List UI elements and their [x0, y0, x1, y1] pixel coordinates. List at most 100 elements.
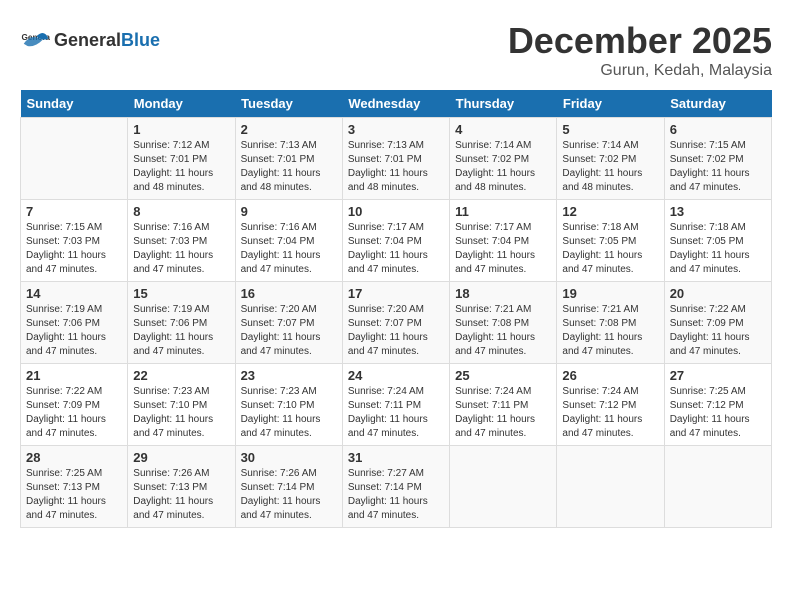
cell-info: Sunrise: 7:21 AM Sunset: 7:08 PM Dayligh…	[562, 303, 658, 359]
day-number: 18	[455, 286, 551, 301]
day-number: 8	[133, 204, 229, 219]
day-number: 9	[241, 204, 337, 219]
calendar-cell: 22Sunrise: 7:23 AM Sunset: 7:10 PM Dayli…	[128, 364, 235, 446]
calendar-cell: 6 Sunrise: 7:15 AM Sunset: 7:02 PM Daylig…	[664, 118, 771, 200]
day-number: 3	[348, 122, 444, 137]
calendar-cell: 23Sunrise: 7:23 AM Sunset: 7:10 PM Dayli…	[235, 364, 342, 446]
day-number: 28	[26, 450, 122, 465]
day-number: 10	[348, 204, 444, 219]
cell-info: Sunrise: 7:18 AM Sunset: 7:05 PM Dayligh…	[562, 221, 658, 277]
day-number: 26	[562, 368, 658, 383]
day-number: 27	[670, 368, 766, 383]
cell-info: Sunrise: 7:13 AM Sunset: 7:01 PM Dayligh…	[241, 139, 337, 195]
calendar-cell: 9 Sunrise: 7:16 AM Sunset: 7:04 PM Daylig…	[235, 200, 342, 282]
day-number: 21	[26, 368, 122, 383]
day-number: 12	[562, 204, 658, 219]
day-number: 15	[133, 286, 229, 301]
calendar-cell	[21, 118, 128, 200]
calendar-cell: 7 Sunrise: 7:15 AM Sunset: 7:03 PM Daylig…	[21, 200, 128, 282]
cell-info: Sunrise: 7:19 AM Sunset: 7:06 PM Dayligh…	[26, 303, 122, 359]
calendar-cell: 14 Sunrise: 7:19 AM Sunset: 7:06 PM Dayli…	[21, 282, 128, 364]
calendar-cell: 27Sunrise: 7:25 AM Sunset: 7:12 PM Dayli…	[664, 364, 771, 446]
cell-info: Sunrise: 7:22 AM Sunset: 7:09 PM Dayligh…	[26, 385, 122, 441]
cell-info: Sunrise: 7:24 AM Sunset: 7:11 PM Dayligh…	[348, 385, 444, 441]
calendar-cell: 19 Sunrise: 7:21 AM Sunset: 7:08 PM Dayli…	[557, 282, 664, 364]
cell-info: Sunrise: 7:25 AM Sunset: 7:13 PM Dayligh…	[26, 467, 122, 523]
day-number: 16	[241, 286, 337, 301]
day-header-friday: Friday	[557, 90, 664, 118]
cell-info: Sunrise: 7:24 AM Sunset: 7:11 PM Dayligh…	[455, 385, 551, 441]
logo-text: General	[54, 30, 121, 50]
calendar-cell: 8 Sunrise: 7:16 AM Sunset: 7:03 PM Daylig…	[128, 200, 235, 282]
cell-info: Sunrise: 7:18 AM Sunset: 7:05 PM Dayligh…	[670, 221, 766, 277]
calendar-cell: 21 Sunrise: 7:22 AM Sunset: 7:09 PM Dayli…	[21, 364, 128, 446]
calendar-cell: 10 Sunrise: 7:17 AM Sunset: 7:04 PM Dayli…	[342, 200, 449, 282]
cell-info: Sunrise: 7:13 AM Sunset: 7:01 PM Dayligh…	[348, 139, 444, 195]
day-number: 23	[241, 368, 337, 383]
day-number: 2	[241, 122, 337, 137]
calendar-table: SundayMondayTuesdayWednesdayThursdayFrid…	[20, 90, 772, 528]
cell-info: Sunrise: 7:15 AM Sunset: 7:02 PM Dayligh…	[670, 139, 766, 195]
calendar-cell: 13Sunrise: 7:18 AM Sunset: 7:05 PM Dayli…	[664, 200, 771, 282]
calendar-cell	[557, 446, 664, 528]
week-row-5: 28 Sunrise: 7:25 AM Sunset: 7:13 PM Dayli…	[21, 446, 772, 528]
calendar-cell: 26 Sunrise: 7:24 AM Sunset: 7:12 PM Dayli…	[557, 364, 664, 446]
calendar-cell: 12 Sunrise: 7:18 AM Sunset: 7:05 PM Dayli…	[557, 200, 664, 282]
calendar-cell: 3 Sunrise: 7:13 AM Sunset: 7:01 PM Daylig…	[342, 118, 449, 200]
cell-info: Sunrise: 7:20 AM Sunset: 7:07 PM Dayligh…	[348, 303, 444, 359]
day-number: 5	[562, 122, 658, 137]
cell-info: Sunrise: 7:24 AM Sunset: 7:12 PM Dayligh…	[562, 385, 658, 441]
cell-info: Sunrise: 7:26 AM Sunset: 7:13 PM Dayligh…	[133, 467, 229, 523]
calendar-cell: 31 Sunrise: 7:27 AM Sunset: 7:14 PM Dayli…	[342, 446, 449, 528]
month-title: December 2025	[508, 20, 772, 62]
day-number: 6	[670, 122, 766, 137]
cell-info: Sunrise: 7:17 AM Sunset: 7:04 PM Dayligh…	[348, 221, 444, 277]
day-header-saturday: Saturday	[664, 90, 771, 118]
calendar-cell: 16Sunrise: 7:20 AM Sunset: 7:07 PM Dayli…	[235, 282, 342, 364]
week-row-1: 1Sunrise: 7:12 AM Sunset: 7:01 PM Daylig…	[21, 118, 772, 200]
day-number: 25	[455, 368, 551, 383]
day-header-tuesday: Tuesday	[235, 90, 342, 118]
calendar-cell: 2 Sunrise: 7:13 AM Sunset: 7:01 PM Daylig…	[235, 118, 342, 200]
week-row-4: 21 Sunrise: 7:22 AM Sunset: 7:09 PM Dayli…	[21, 364, 772, 446]
cell-info: Sunrise: 7:26 AM Sunset: 7:14 PM Dayligh…	[241, 467, 337, 523]
calendar-cell: 17 Sunrise: 7:20 AM Sunset: 7:07 PM Dayli…	[342, 282, 449, 364]
day-header-wednesday: Wednesday	[342, 90, 449, 118]
calendar-cell: 30Sunrise: 7:26 AM Sunset: 7:14 PM Dayli…	[235, 446, 342, 528]
calendar-cell: 18Sunrise: 7:21 AM Sunset: 7:08 PM Dayli…	[450, 282, 557, 364]
header: General GeneralBlue December 2025 Gurun,…	[20, 20, 772, 80]
calendar-cell: 24Sunrise: 7:24 AM Sunset: 7:11 PM Dayli…	[342, 364, 449, 446]
cell-info: Sunrise: 7:14 AM Sunset: 7:02 PM Dayligh…	[562, 139, 658, 195]
day-header-thursday: Thursday	[450, 90, 557, 118]
cell-info: Sunrise: 7:16 AM Sunset: 7:04 PM Dayligh…	[241, 221, 337, 277]
day-number: 31	[348, 450, 444, 465]
day-number: 19	[562, 286, 658, 301]
day-number: 29	[133, 450, 229, 465]
cell-info: Sunrise: 7:14 AM Sunset: 7:02 PM Dayligh…	[455, 139, 551, 195]
day-number: 1	[133, 122, 229, 137]
week-row-3: 14 Sunrise: 7:19 AM Sunset: 7:06 PM Dayli…	[21, 282, 772, 364]
calendar-cell: 28 Sunrise: 7:25 AM Sunset: 7:13 PM Dayli…	[21, 446, 128, 528]
logo-icon: General	[20, 25, 50, 55]
day-number: 11	[455, 204, 551, 219]
day-number: 7	[26, 204, 122, 219]
calendar-cell: 25 Sunrise: 7:24 AM Sunset: 7:11 PM Dayli…	[450, 364, 557, 446]
cell-info: Sunrise: 7:22 AM Sunset: 7:09 PM Dayligh…	[670, 303, 766, 359]
cell-info: Sunrise: 7:19 AM Sunset: 7:06 PM Dayligh…	[133, 303, 229, 359]
days-header-row: SundayMondayTuesdayWednesdayThursdayFrid…	[21, 90, 772, 118]
cell-info: Sunrise: 7:27 AM Sunset: 7:14 PM Dayligh…	[348, 467, 444, 523]
calendar-cell: 29 Sunrise: 7:26 AM Sunset: 7:13 PM Dayli…	[128, 446, 235, 528]
calendar-cell: 11Sunrise: 7:17 AM Sunset: 7:04 PM Dayli…	[450, 200, 557, 282]
day-header-sunday: Sunday	[21, 90, 128, 118]
day-number: 22	[133, 368, 229, 383]
cell-info: Sunrise: 7:16 AM Sunset: 7:03 PM Dayligh…	[133, 221, 229, 277]
calendar-cell: 20Sunrise: 7:22 AM Sunset: 7:09 PM Dayli…	[664, 282, 771, 364]
day-header-monday: Monday	[128, 90, 235, 118]
week-row-2: 7 Sunrise: 7:15 AM Sunset: 7:03 PM Daylig…	[21, 200, 772, 282]
calendar-cell: 4Sunrise: 7:14 AM Sunset: 7:02 PM Daylig…	[450, 118, 557, 200]
calendar-cell	[664, 446, 771, 528]
location-title: Gurun, Kedah, Malaysia	[508, 62, 772, 80]
cell-info: Sunrise: 7:15 AM Sunset: 7:03 PM Dayligh…	[26, 221, 122, 277]
day-number: 17	[348, 286, 444, 301]
day-number: 14	[26, 286, 122, 301]
